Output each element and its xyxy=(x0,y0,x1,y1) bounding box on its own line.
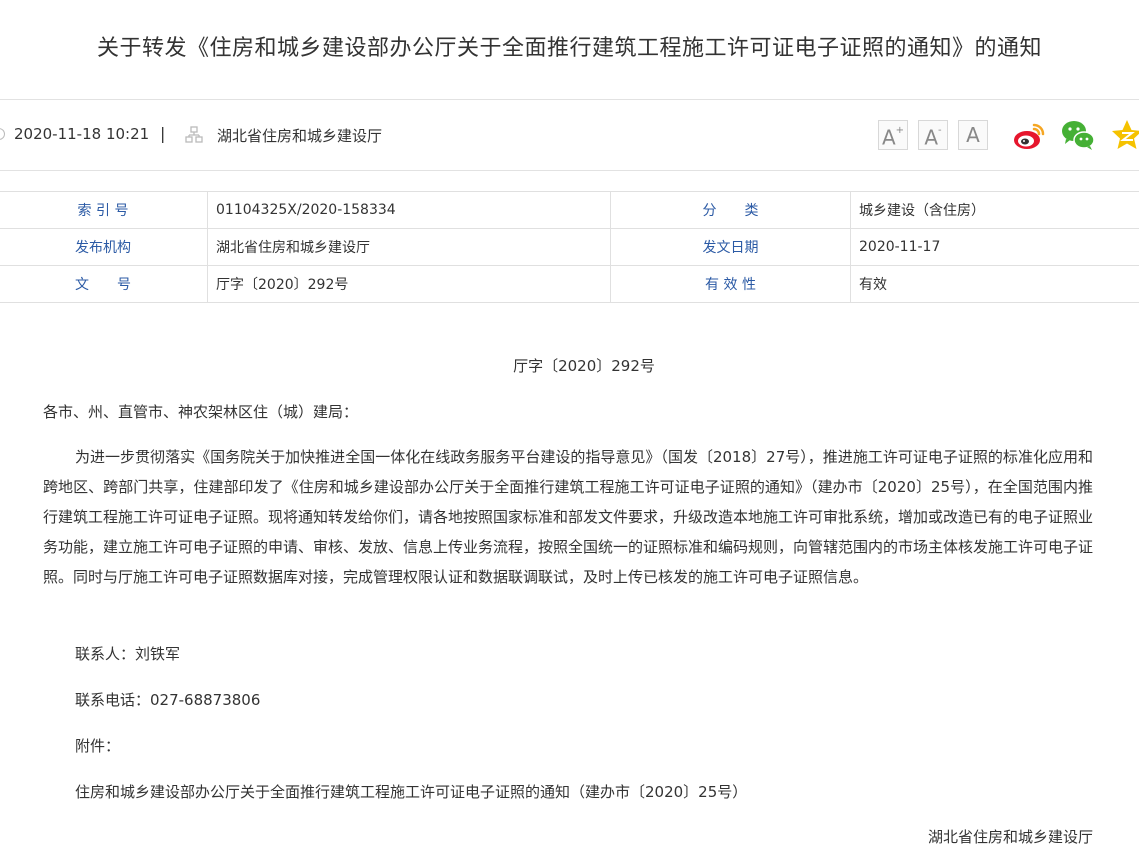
attachment-link[interactable]: 住房和城乡建设部办公厅关于全面推行建筑工程施工许可证电子证照的通知（建办市〔20… xyxy=(75,781,747,802)
wechat-icon[interactable] xyxy=(1061,118,1095,152)
table-label: 分 类 xyxy=(610,191,851,229)
table-label: 发布机构 xyxy=(0,228,208,266)
weibo-icon[interactable] xyxy=(1012,118,1046,152)
font-larger-button[interactable]: A+ xyxy=(878,120,908,150)
font-larger-label: A xyxy=(881,125,896,150)
meta-separator: | xyxy=(160,124,166,143)
source-org: 湖北省住房和城乡建设厅 xyxy=(217,127,383,145)
font-smaller-label: A xyxy=(924,125,939,150)
plus-sign: + xyxy=(895,125,905,136)
greeting: 各市、州、直管市、神农架林区住（城）建局： xyxy=(43,403,359,421)
table-value: 城乡建设（含住房） xyxy=(850,191,1139,229)
divider xyxy=(0,99,1139,100)
page-title: 关于转发《住房和城乡建设部办公厅关于全面推行建筑工程施工许可证电子证照的通知》的… xyxy=(96,36,1042,61)
organization-icon xyxy=(185,126,203,143)
font-default-label: A xyxy=(966,123,980,147)
table-label: 索 引 号 xyxy=(0,191,208,229)
body-paragraph: 为进一步贯彻落实《国务院关于加快推进全国一体化在线政务服务平台建设的指导意见》（… xyxy=(43,448,1094,586)
table-row: 索 引 号 01104325X/2020-158334 分 类 城乡建设（含住房… xyxy=(0,191,1139,229)
font-smaller-button[interactable]: A- xyxy=(918,120,948,150)
divider xyxy=(0,170,1139,171)
document-number: 厅字〔2020〕292号 xyxy=(513,357,655,375)
minus-sign: - xyxy=(938,125,942,136)
info-table: 索 引 号 01104325X/2020-158334 分 类 城乡建设（含住房… xyxy=(0,191,1139,303)
font-default-button[interactable]: A xyxy=(958,120,988,150)
table-row: 文 号 厅字〔2020〕292号 有 效 性 有效 xyxy=(0,265,1139,303)
table-value: 01104325X/2020-158334 xyxy=(207,191,611,229)
contact-person: 联系人：刘铁军 xyxy=(75,645,181,663)
signature: 湖北省住房和城乡建设厅 xyxy=(927,828,1093,846)
attachment-label: 附件： xyxy=(75,737,121,755)
table-value: 厅字〔2020〕292号 xyxy=(207,265,611,303)
clock-icon xyxy=(0,128,5,140)
table-label: 有 效 性 xyxy=(610,265,851,303)
table-label: 发文日期 xyxy=(610,228,851,266)
publish-time: 2020-11-18 10:21 xyxy=(14,125,150,143)
contact-phone: 联系电话：027-68873806 xyxy=(75,691,261,709)
table-row: 发布机构 湖北省住房和城乡建设厅 发文日期 2020-11-17 xyxy=(0,228,1139,266)
table-value: 有效 xyxy=(850,265,1139,303)
table-value: 2020-11-17 xyxy=(850,228,1139,266)
table-value: 湖北省住房和城乡建设厅 xyxy=(207,228,611,266)
qzone-icon[interactable] xyxy=(1110,118,1139,152)
table-label: 文 号 xyxy=(0,265,208,303)
